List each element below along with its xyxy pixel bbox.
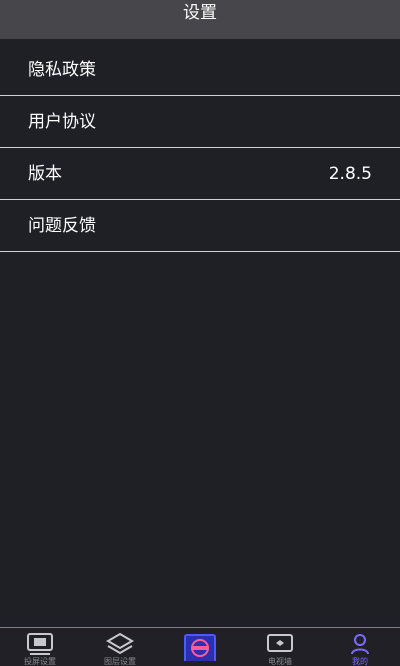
- settings-list: 隐私政策 用户协议 版本 2.8.5 问题反馈: [0, 44, 400, 252]
- tab-tv-wall[interactable]: 电视墙: [240, 628, 320, 666]
- settings-row-privacy-policy[interactable]: 隐私政策: [0, 44, 400, 96]
- settings-row-label: 问题反馈: [28, 216, 96, 236]
- tv-wall-icon: [267, 634, 293, 652]
- page-title: 设置: [183, 3, 217, 23]
- tab-label: 图层设置: [104, 657, 136, 666]
- tab-label: 电视墙: [268, 657, 292, 666]
- screen-cast-icon: [27, 633, 53, 655]
- layers-icon: [106, 632, 134, 655]
- bottom-tab-bar: 投屏设置 图层设置 电视墙 我的: [0, 627, 400, 666]
- person-icon: [351, 634, 369, 655]
- top-header: 设置: [0, 0, 400, 39]
- tab-label: 我的: [352, 657, 368, 666]
- settings-row-label: 用户协议: [28, 112, 96, 132]
- tab-label: 投屏设置: [24, 657, 56, 666]
- settings-row-feedback[interactable]: 问题反馈: [0, 200, 400, 252]
- tab-layer-settings[interactable]: 图层设置: [80, 628, 160, 666]
- tab-center-button[interactable]: [160, 628, 240, 666]
- settings-row-label: 版本: [28, 164, 62, 184]
- settings-row-user-agreement[interactable]: 用户协议: [0, 96, 400, 148]
- tab-screen-settings[interactable]: 投屏设置: [0, 628, 80, 666]
- version-value: 2.8.5: [328, 164, 372, 184]
- settings-row-label: 隐私政策: [28, 60, 96, 80]
- settings-row-version[interactable]: 版本 2.8.5: [0, 148, 400, 200]
- tab-mine[interactable]: 我的: [320, 628, 400, 666]
- settings-screen: 设置 隐私政策 用户协议 版本 2.8.5 问题反馈 投屏设置 图层设置 电视墙…: [0, 0, 400, 666]
- disc-button-icon: [184, 634, 216, 661]
